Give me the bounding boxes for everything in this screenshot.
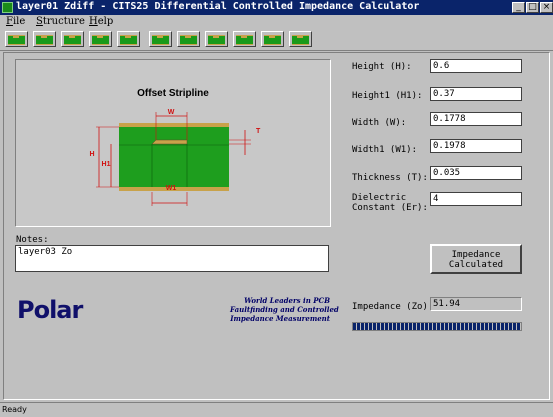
dielectric bbox=[119, 127, 229, 187]
toolbar-structure-button-3[interactable] bbox=[61, 31, 84, 47]
toolbar-structure-button-7[interactable] bbox=[177, 31, 200, 47]
stripline-structure-icon bbox=[64, 35, 81, 45]
width-input[interactable]: 0.1778 bbox=[430, 112, 522, 126]
stripline-structure-icon bbox=[208, 35, 225, 45]
h1-label: H1 bbox=[102, 161, 111, 168]
width-label: Width (W): bbox=[352, 118, 407, 128]
offset-stripline-diagram: Offset Stripline W W1 H H1 T bbox=[89, 88, 261, 206]
thickness-label: Thickness (T): bbox=[352, 173, 428, 183]
height-label: Height (H): bbox=[352, 62, 412, 72]
toolbar-structure-button-4[interactable] bbox=[89, 31, 112, 47]
company-slogan: World Leaders in PCB Faultfinding and Co… bbox=[230, 296, 339, 323]
stripline-structure-icon bbox=[180, 35, 197, 45]
w1-label: W1 bbox=[166, 185, 177, 192]
stripline-structure-icon bbox=[92, 35, 109, 45]
toolbar-structure-button-11[interactable] bbox=[289, 31, 312, 47]
calculation-progress-bar bbox=[352, 322, 522, 331]
stripline-structure-icon bbox=[36, 35, 53, 45]
toolbar-structure-button-1[interactable] bbox=[5, 31, 28, 47]
menu-help[interactable]: Help bbox=[89, 16, 113, 27]
toolbar-structure-button-6[interactable] bbox=[149, 31, 172, 47]
polar-logo: Polar bbox=[17, 296, 83, 324]
menu-structure[interactable]: Structure bbox=[36, 16, 85, 27]
top-plane bbox=[119, 123, 229, 127]
stripline-structure-icon bbox=[236, 35, 253, 45]
status-bar: Ready bbox=[0, 402, 553, 417]
toolbar-structure-button-10[interactable] bbox=[261, 31, 284, 47]
w-label: W bbox=[168, 109, 175, 116]
notes-label: Notes: bbox=[16, 235, 49, 245]
calculate-line1: Impedance bbox=[451, 250, 501, 260]
signal-trace bbox=[151, 139, 188, 145]
title-bar[interactable]: layer01 Zdiff - CITS25 Differential Cont… bbox=[0, 0, 553, 15]
window-title: layer01 Zdiff - CITS25 Differential Cont… bbox=[16, 1, 420, 12]
height-input[interactable]: 0.6 bbox=[430, 59, 522, 73]
height1-label: Height1 (H1): bbox=[352, 91, 423, 101]
minimize-button[interactable]: _ bbox=[512, 2, 525, 13]
status-text: Ready bbox=[2, 405, 27, 414]
app-icon[interactable] bbox=[2, 2, 13, 13]
width1-label: Width1 (W1): bbox=[352, 145, 418, 155]
width1-input[interactable]: 0.1978 bbox=[430, 139, 522, 153]
impedance-result: 51.94 bbox=[430, 297, 522, 311]
stripline-structure-icon bbox=[8, 35, 25, 45]
h-label: H bbox=[89, 151, 94, 158]
dielectric-input[interactable]: 4 bbox=[430, 192, 522, 206]
t-label: T bbox=[256, 128, 261, 135]
close-button[interactable]: × bbox=[540, 2, 553, 13]
dielectric-label-line2: Constant (Er): bbox=[352, 203, 428, 213]
stripline-structure-icon bbox=[292, 35, 309, 45]
dielectric-label-line1: Dielectric bbox=[352, 193, 407, 203]
toolbar-structure-button-2[interactable] bbox=[33, 31, 56, 47]
stripline-structure-icon bbox=[120, 35, 137, 45]
structure-toolbar bbox=[0, 28, 553, 51]
impedance-label: Impedance (Zo): bbox=[352, 302, 434, 312]
menu-file[interactable]: File bbox=[6, 16, 25, 27]
calculate-button[interactable]: Impedance Calculated bbox=[430, 244, 522, 274]
calculate-line2: Calculated bbox=[448, 260, 504, 270]
thickness-input[interactable]: 0.035 bbox=[430, 166, 522, 180]
diagram-title: Offset Stripline bbox=[137, 88, 209, 99]
toolbar-structure-button-9[interactable] bbox=[233, 31, 256, 47]
toolbar-structure-button-5[interactable] bbox=[117, 31, 140, 47]
maximize-button[interactable]: □ bbox=[526, 2, 539, 13]
toolbar-structure-button-8[interactable] bbox=[205, 31, 228, 47]
structure-diagram: Offset Stripline W W1 H H1 T bbox=[15, 59, 331, 227]
notes-input[interactable]: layer03 Zo bbox=[15, 245, 329, 272]
height1-input[interactable]: 0.37 bbox=[430, 87, 522, 101]
menu-bar: File Structure Help bbox=[0, 15, 553, 28]
stripline-structure-icon bbox=[264, 35, 281, 45]
stripline-structure-icon bbox=[152, 35, 169, 45]
